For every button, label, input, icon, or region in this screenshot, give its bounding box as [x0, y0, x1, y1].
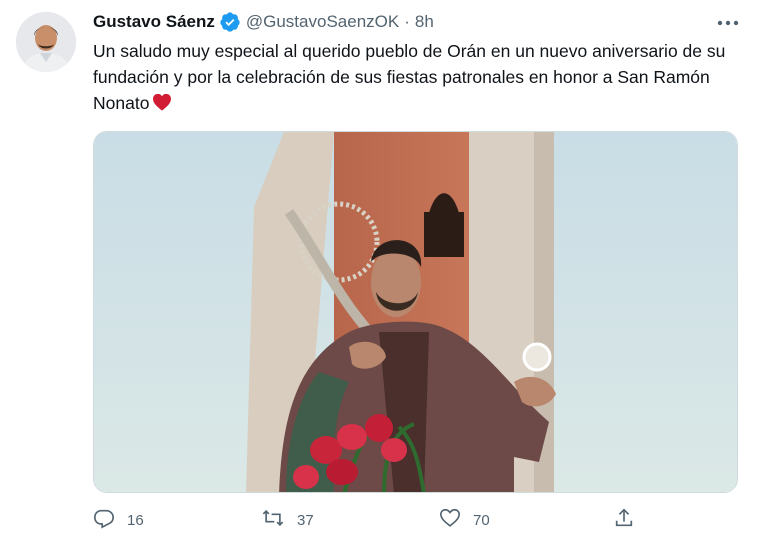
avatar-image [16, 12, 76, 72]
heart-emoji-icon [152, 92, 172, 118]
heart-outline-icon [439, 507, 461, 533]
retweet-icon [261, 507, 285, 533]
tweet-actions: 16 37 70 [93, 508, 653, 532]
retweet-button[interactable]: 37 [261, 508, 314, 532]
retweet-count: 37 [297, 511, 314, 529]
reply-button[interactable]: 16 [93, 508, 144, 532]
reply-count: 16 [127, 511, 144, 529]
verified-badge-icon [219, 11, 241, 33]
tweet-header: Gustavo Sáenz @GustavoSaenzOK · 8h [93, 10, 434, 34]
timestamp[interactable]: 8h [415, 10, 434, 34]
tweet: Gustavo Sáenz @GustavoSaenzOK · 8h Un sa… [0, 0, 763, 532]
avatar[interactable] [16, 12, 76, 72]
more-options-icon[interactable] [708, 8, 748, 38]
tweet-text: Un saludo muy especial al querido pueblo… [93, 41, 726, 113]
share-icon [613, 507, 635, 533]
share-button[interactable] [613, 508, 635, 532]
like-button[interactable]: 70 [439, 508, 490, 532]
header-separator: · [404, 12, 410, 31]
like-count: 70 [473, 511, 490, 529]
reply-icon [93, 507, 115, 533]
author-handle[interactable]: @GustavoSaenzOK [246, 10, 399, 34]
tweet-body: Un saludo muy especial al querido pueblo… [93, 38, 748, 118]
statue-photo-image [94, 132, 737, 492]
author-name[interactable]: Gustavo Sáenz [93, 10, 215, 34]
tweet-photo[interactable] [93, 131, 738, 493]
